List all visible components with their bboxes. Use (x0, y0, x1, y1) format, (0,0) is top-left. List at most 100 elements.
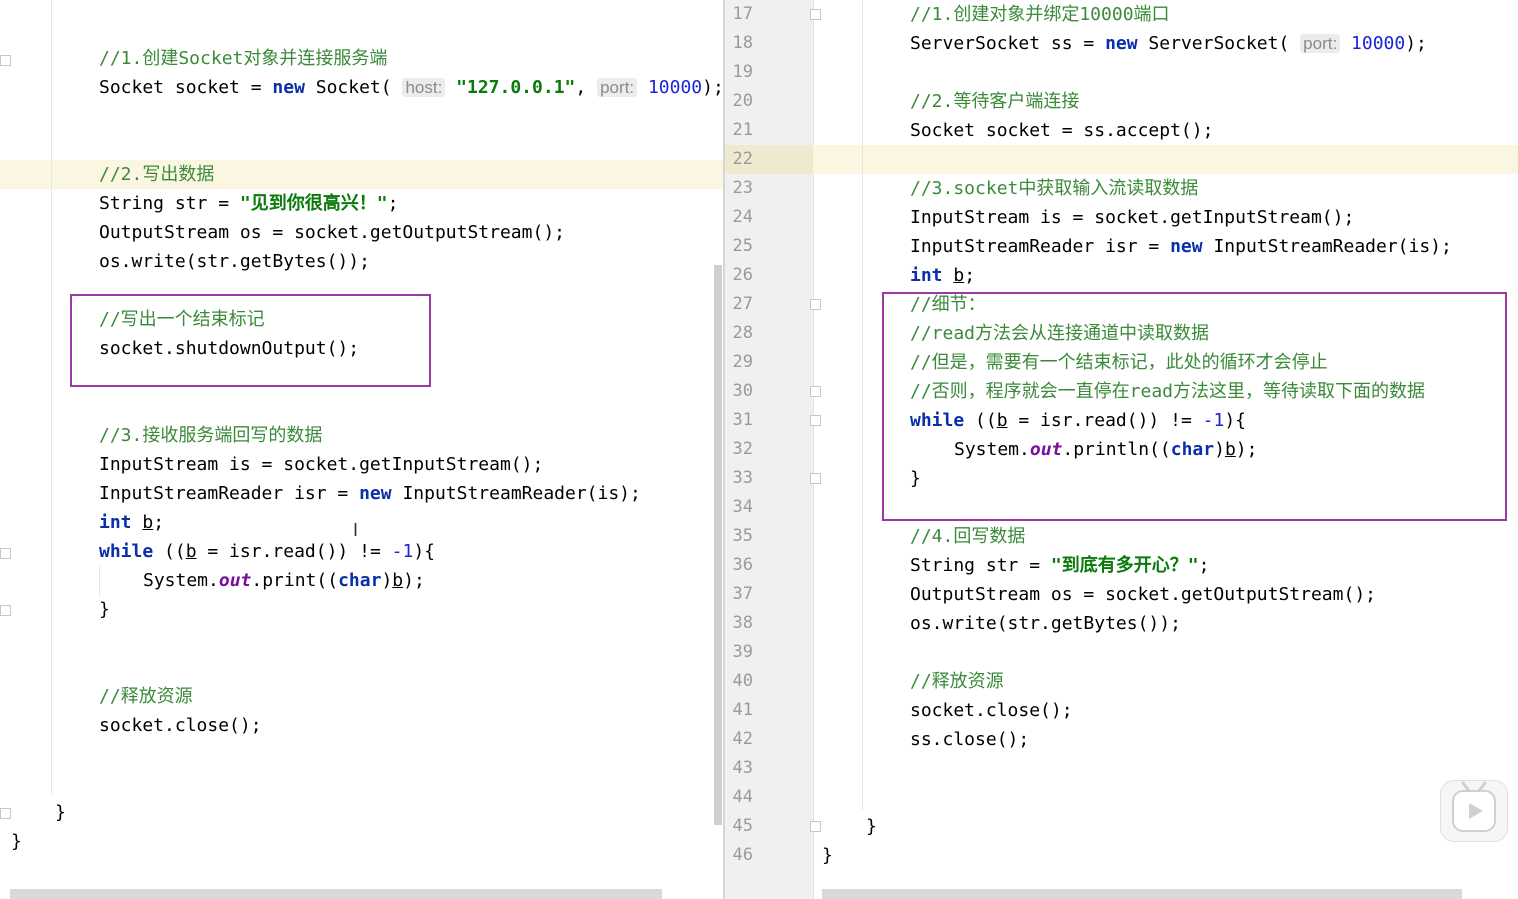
text-cursor-icon: I (353, 520, 359, 540)
parameter-hint: port: (597, 78, 638, 97)
code-line[interactable]: socket.close(); (910, 696, 1073, 725)
code-line[interactable]: int b; (910, 261, 975, 290)
gutter-separator (813, 0, 814, 899)
comment: //写出一个结束标记 (99, 309, 265, 330)
code-line[interactable]: System.out.println((char)b); (954, 435, 1257, 464)
fold-marker[interactable] (0, 605, 11, 616)
code-line[interactable]: InputStream is = socket.getInputStream()… (910, 203, 1354, 232)
code-line[interactable]: } (910, 464, 921, 493)
line-number: 28 (732, 323, 753, 343)
fold-marker[interactable] (810, 821, 821, 832)
code-line[interactable]: ServerSocket ss = new ServerSocket( port… (910, 29, 1427, 58)
code-line[interactable]: Socket socket = ss.accept(); (910, 116, 1213, 145)
code-line[interactable]: //写出一个结束标记 (99, 305, 265, 334)
code-line[interactable]: //2.等待客户端连接 (910, 87, 1079, 116)
line-number: 20 (732, 91, 753, 111)
code-line[interactable]: //否则，程序就会一直停在read方法这里，等待读取下面的数据 (910, 377, 1425, 406)
line-number: 45 (732, 816, 753, 836)
code-line[interactable]: String str = "见到你很高兴！"; (99, 189, 398, 218)
code-line[interactable]: InputStreamReader isr = new InputStreamR… (99, 479, 641, 508)
line-number: 25 (732, 236, 753, 256)
vertical-scrollbar[interactable] (714, 265, 722, 825)
server-editor-pane[interactable]: 17 18 19 20 21 22 23 24 25 26 27 28 29 30 31 32 33 34 35 36… (725, 0, 1518, 899)
code-line[interactable]: //细节： (910, 290, 986, 319)
fold-marker[interactable] (810, 386, 821, 397)
code-line[interactable]: //3.socket中获取输入流读取数据 (910, 174, 1198, 203)
code-line[interactable]: while ((b = isr.read()) != -1){ (99, 537, 435, 566)
line-number: 22 (732, 149, 753, 169)
string-literal: "127.0.0.1" (456, 77, 576, 98)
code-line[interactable]: } (99, 595, 110, 624)
line-number: 18 (732, 33, 753, 53)
code-line[interactable]: //4.回写数据 (910, 522, 1025, 551)
code-line[interactable]: os.write(str.getBytes()); (910, 609, 1181, 638)
keyword: new (359, 483, 392, 504)
code-line[interactable]: //read方法会从连接通道中读取数据 (910, 319, 1209, 348)
code-line[interactable]: //释放资源 (910, 667, 1004, 696)
code-line[interactable]: //2.写出数据 (99, 160, 214, 189)
code-line[interactable]: Socket socket = new Socket( host: "127.0… (99, 73, 723, 102)
code-line[interactable]: int b; (99, 508, 164, 537)
code-line[interactable]: socket.close(); (99, 711, 262, 740)
number-literal: 10000 (647, 77, 703, 98)
code-line[interactable]: os.write(str.getBytes()); (99, 247, 370, 276)
code-line[interactable]: socket.shutdownOutput(); (99, 334, 359, 363)
line-number: 38 (732, 613, 753, 633)
fold-marker[interactable] (0, 808, 11, 819)
code-line[interactable]: } (11, 827, 22, 856)
fold-marker[interactable] (0, 548, 11, 559)
line-number: 41 (732, 700, 753, 720)
code-line[interactable]: //1.创建Socket对象并连接服务端 (99, 44, 387, 73)
parameter-hint: host: (402, 78, 446, 97)
string-literal: "到底有多开心？" (1050, 555, 1199, 576)
indent-guide (99, 566, 100, 596)
comment: //释放资源 (910, 671, 1004, 692)
comment: //1.创建Socket对象并连接服务端 (99, 48, 388, 69)
code-line[interactable]: while ((b = isr.read()) != -1){ (910, 406, 1246, 435)
code-line[interactable]: } (55, 798, 66, 827)
code-line[interactable]: InputStreamReader isr = new InputStreamR… (910, 232, 1452, 261)
fold-marker[interactable] (810, 9, 821, 20)
static-field: out (218, 570, 252, 591)
code-line[interactable]: //但是，需要有一个结束标记，此处的循环才会停止 (910, 348, 1328, 377)
fold-marker[interactable] (810, 299, 821, 310)
horizontal-scrollbar[interactable] (10, 889, 662, 899)
number-literal: -1 (1202, 410, 1225, 431)
line-number: 29 (732, 352, 753, 372)
fold-marker[interactable] (810, 473, 821, 484)
number-literal: 10000 (1351, 33, 1406, 54)
keyword: new (1170, 236, 1203, 257)
code-line[interactable]: String str = "到底有多开心？"; (910, 551, 1209, 580)
code-line[interactable]: OutputStream os = socket.getOutputStream… (910, 580, 1376, 609)
line-number: 42 (732, 729, 753, 749)
fold-marker[interactable] (0, 55, 11, 66)
code-line[interactable]: //3.接收服务端回写的数据 (99, 421, 322, 450)
client-editor-pane[interactable]: //1.创建Socket对象并连接服务端 Socket socket = new… (0, 0, 723, 899)
line-number: 44 (732, 787, 753, 807)
code-line[interactable]: //1.创建对象并绑定10000端口 (910, 0, 1170, 29)
line-number: 31 (732, 410, 753, 430)
fold-marker[interactable] (810, 415, 821, 426)
video-play-icon[interactable] (1440, 780, 1508, 842)
line-number: 17 (732, 4, 753, 24)
line-number: 24 (732, 207, 753, 227)
code-line[interactable]: System.out.print((char)b); (143, 566, 425, 595)
horizontal-scrollbar[interactable] (822, 889, 1462, 899)
code-line[interactable]: OutputStream os = socket.getOutputStream… (99, 218, 565, 247)
line-number: 32 (732, 439, 753, 459)
code-line[interactable]: //释放资源 (99, 682, 193, 711)
comment: //释放资源 (99, 686, 193, 707)
code-line[interactable]: InputStream is = socket.getInputStream()… (99, 450, 543, 479)
code-line[interactable]: } (822, 841, 833, 870)
line-number: 35 (732, 526, 753, 546)
indent-guide (862, 0, 863, 810)
line-number: 39 (732, 642, 753, 662)
parameter-hint: port: (1300, 34, 1341, 53)
current-line-highlight (725, 145, 1518, 174)
static-field: out (1029, 439, 1063, 460)
comment: //但是，需要有一个结束标记，此处的循环才会停止 (910, 352, 1328, 373)
code-line[interactable]: ss.close(); (910, 725, 1029, 754)
code-line[interactable]: } (866, 812, 877, 841)
line-number: 30 (732, 381, 753, 401)
line-number: 36 (732, 555, 753, 575)
